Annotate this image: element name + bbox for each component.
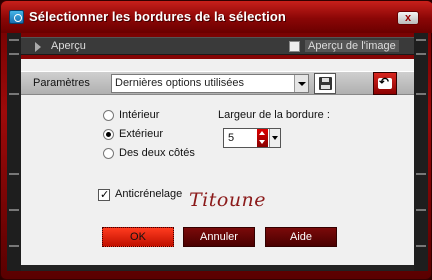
radio-interieur-label: Intérieur bbox=[119, 109, 160, 121]
dialog-content: Paramètres Dernières options utilisées I… bbox=[21, 59, 414, 265]
expand-arrow-icon[interactable] bbox=[35, 42, 41, 52]
radio-deux-cotes[interactable] bbox=[103, 148, 114, 159]
preset-dropdown[interactable]: Dernières options utilisées bbox=[111, 74, 309, 93]
preset-value: Dernières options utilisées bbox=[115, 77, 245, 89]
preview-image-label[interactable]: Aperçu de l'image bbox=[305, 40, 399, 52]
border-width-label: Largeur de la bordure : bbox=[218, 109, 330, 121]
radio-exterieur-label: Extérieur bbox=[119, 128, 164, 140]
antialias-checkbox[interactable] bbox=[98, 188, 110, 201]
dialog-window: Sélectionner les bordures de la sélectio… bbox=[0, 0, 432, 280]
title-bar[interactable]: Sélectionner les bordures de la sélectio… bbox=[1, 1, 432, 33]
stepper-arrows-icon[interactable] bbox=[257, 129, 268, 147]
window-title: Sélectionner les bordures de la sélectio… bbox=[29, 9, 286, 24]
ok-button[interactable]: OK bbox=[102, 227, 174, 247]
border-width-value[interactable]: 5 bbox=[228, 132, 234, 144]
left-frame-rail bbox=[7, 33, 21, 271]
antialias-label[interactable]: Anticrénelage bbox=[115, 188, 182, 200]
preview-strip: Aperçu Aperçu de l'image bbox=[21, 37, 414, 55]
reset-button[interactable] bbox=[373, 72, 397, 95]
undo-icon bbox=[378, 75, 392, 89]
parameters-label: Paramètres bbox=[33, 77, 90, 89]
preview-image-checkbox[interactable] bbox=[289, 41, 300, 52]
preview-label[interactable]: Aperçu bbox=[51, 40, 86, 52]
app-icon bbox=[9, 10, 24, 24]
radio-interieur[interactable] bbox=[103, 110, 114, 121]
save-preset-button[interactable] bbox=[314, 73, 336, 94]
help-button[interactable]: Aide bbox=[265, 227, 337, 247]
cancel-button[interactable]: Annuler bbox=[183, 227, 255, 247]
signature-watermark: Titoune bbox=[189, 189, 267, 211]
close-button[interactable]: x bbox=[397, 11, 419, 25]
parameters-bar: Paramètres Dernières options utilisées bbox=[21, 71, 414, 95]
radio-exterieur[interactable] bbox=[103, 129, 114, 140]
floppy-disk-icon bbox=[319, 77, 332, 90]
chevron-down-icon[interactable] bbox=[269, 129, 280, 147]
border-width-stepper[interactable]: 5 bbox=[223, 128, 281, 148]
radio-deux-cotes-label: Des deux côtés bbox=[119, 147, 195, 159]
right-frame-rail bbox=[414, 33, 428, 271]
bottom-frame-bar bbox=[21, 265, 414, 271]
chevron-down-icon[interactable] bbox=[294, 75, 308, 92]
